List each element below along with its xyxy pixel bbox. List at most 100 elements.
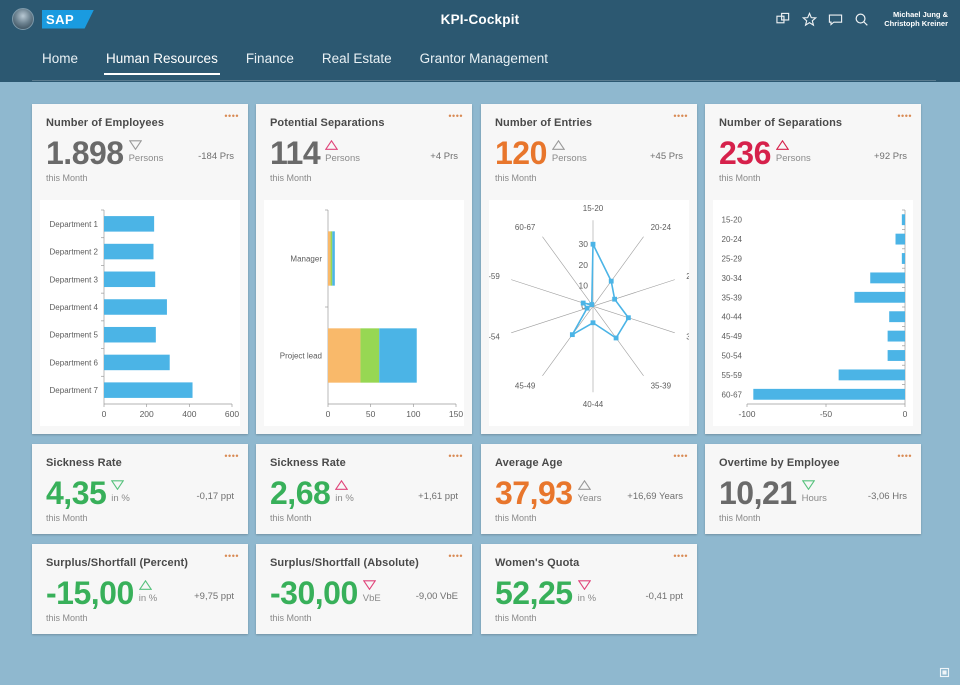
kpi-delta: +16,69 Years <box>627 491 683 502</box>
svg-text:40-44: 40-44 <box>583 400 604 409</box>
svg-text:55-59: 55-59 <box>722 371 743 380</box>
nav-item-human-resources[interactable]: Human Resources <box>94 47 230 75</box>
svg-text:0: 0 <box>326 409 331 419</box>
tile-menu-icon[interactable]: •••• <box>448 552 463 561</box>
kpi-value: -15,00 <box>46 575 134 611</box>
tile-average-age[interactable]: •••• Average Age 37,93 Years +16,69 Years thi… <box>481 444 697 534</box>
svg-text:-50: -50 <box>820 409 833 419</box>
star-icon[interactable] <box>802 11 818 27</box>
nav-item-grantor-management[interactable]: Grantor Management <box>408 47 560 72</box>
kpi-delta: +92 Prs <box>873 151 907 162</box>
trend-down-icon <box>111 480 125 490</box>
nav-item-finance[interactable]: Finance <box>234 47 306 72</box>
svg-text:600: 600 <box>225 409 239 419</box>
tile-menu-icon[interactable]: •••• <box>673 112 688 121</box>
tile-surplus-shortfall-percent[interactable]: •••• Surplus/Shortfall (Percent) -15,00 in … <box>32 544 248 634</box>
kpi-trend-unit: Persons <box>775 138 811 164</box>
tile-menu-icon[interactable]: •••• <box>224 112 239 121</box>
nav-item-real-estate[interactable]: Real Estate <box>310 47 404 72</box>
avatar[interactable] <box>12 8 34 30</box>
chart-potential-separations-by-role[interactable]: Manager Project lead 0 50 100 150 <box>264 200 464 426</box>
svg-text:50-54: 50-54 <box>489 333 500 342</box>
svg-text:50-54: 50-54 <box>722 352 743 361</box>
tile-title: Sickness Rate <box>270 457 346 469</box>
trend-up-icon <box>577 480 591 490</box>
trend-down-icon <box>801 480 815 490</box>
svg-text:20-24: 20-24 <box>651 223 672 232</box>
kpi-trend-unit: in % <box>111 478 130 504</box>
kpi-unit: VbE <box>362 593 381 604</box>
nav-items: Home Human Resources Finance Real Estate Gra… <box>0 38 960 80</box>
user-name[interactable]: Michael Jung & Christoph Kreiner <box>884 10 948 29</box>
kpi-row: 114 Persons +4 Prs <box>256 129 472 169</box>
tile-number-of-employees[interactable]: •••• Number of Employees 1.898 Persons -184 … <box>32 104 248 434</box>
tile-menu-icon[interactable]: •••• <box>224 452 239 461</box>
svg-text:Department 5: Department 5 <box>50 331 99 340</box>
kpi-trend-unit: in % <box>577 578 596 604</box>
kpi-row: -30,00 VbE -9,00 VbE <box>256 569 472 609</box>
header-right: Michael Jung & Christoph Kreiner <box>660 10 960 29</box>
nav-item-home[interactable]: Home <box>30 47 90 72</box>
kpi-unit: Persons <box>775 153 811 164</box>
copy-windows-icon[interactable] <box>776 12 791 27</box>
tile-number-of-entries[interactable]: •••• Number of Entries 120 Persons +45 Prs th… <box>481 104 697 434</box>
svg-text:30: 30 <box>579 239 589 249</box>
tile-menu-icon[interactable]: •••• <box>448 112 463 121</box>
svg-text:0: 0 <box>903 409 908 419</box>
tile-menu-icon[interactable]: •••• <box>224 552 239 561</box>
svg-text:Department 7: Department 7 <box>50 386 99 395</box>
svg-text:150: 150 <box>449 409 463 419</box>
kpi-value: 52,25 <box>495 575 573 611</box>
chart-employees-by-department[interactable]: Department 1 Department 2 Department 3 Depa… <box>40 200 240 426</box>
tile-title: Sickness Rate <box>46 457 122 469</box>
svg-text:45-49: 45-49 <box>515 382 536 391</box>
svg-text:0: 0 <box>102 409 107 419</box>
nav-divider <box>32 80 936 81</box>
tile-menu-icon[interactable]: •••• <box>673 552 688 561</box>
resize-grip-icon[interactable] <box>939 665 950 678</box>
chat-icon[interactable] <box>828 12 843 27</box>
tile-potential-separations[interactable]: •••• Potential Separations 114 Persons +4 Pr… <box>256 104 472 434</box>
tile-menu-icon[interactable]: •••• <box>897 112 912 121</box>
kpi-delta: +9,75 ppt <box>194 591 234 602</box>
trend-down-icon <box>128 140 142 150</box>
kpi-trend-unit: Persons <box>325 138 360 164</box>
chart-entries-by-age-group[interactable]: 15-20 20-24 25-29 30-34 35-39 40-44 45-49 50-54… <box>489 200 689 426</box>
tile-menu-icon[interactable]: •••• <box>673 452 688 461</box>
kpi-trend-unit: in % <box>138 578 158 604</box>
search-icon[interactable] <box>854 12 869 27</box>
tile-womens-quota[interactable]: •••• Women's Quota 52,25 in % -0,41 ppt this … <box>481 544 697 634</box>
kpi-row: 10,21 Hours -3,06 Hrs <box>705 469 921 509</box>
page-title: KPI-Cockpit <box>440 11 520 27</box>
tile-title: Overtime by Employee <box>719 457 840 469</box>
kpi-delta: -0,17 ppt <box>196 491 235 502</box>
trend-up-icon <box>551 140 565 150</box>
tile-sickness-rate-1[interactable]: •••• Sickness Rate 4,35 in % -0,17 ppt this M… <box>32 444 248 534</box>
kpi-trend-unit: Persons <box>551 138 587 164</box>
svg-text:40-44: 40-44 <box>722 313 743 322</box>
tile-number-of-separations[interactable]: •••• Number of Separations 236 Persons +92 P… <box>705 104 921 434</box>
svg-text:25-29: 25-29 <box>722 255 743 264</box>
tile-overtime-by-employee[interactable]: •••• Overtime by Employee 10,21 Hours -3,06 … <box>705 444 921 534</box>
tile-menu-icon[interactable]: •••• <box>448 452 463 461</box>
svg-text:Department 2: Department 2 <box>50 248 99 257</box>
svg-text:20-24: 20-24 <box>722 235 743 244</box>
tile-sickness-rate-2[interactable]: •••• Sickness Rate 2,68 in % +1,61 ppt this M… <box>256 444 472 534</box>
svg-text:15-20: 15-20 <box>583 204 604 213</box>
kpi-unit: Persons <box>325 153 360 164</box>
main-navigation: Home Human Resources Finance Real Estate Gra… <box>0 38 960 82</box>
kpi-trend-unit: in % <box>335 478 354 504</box>
chart-separations-by-age-group[interactable]: 15-20 20-24 25-29 30-34 35-39 40-44 45-49 50-54… <box>713 200 913 426</box>
kpi-delta: -9,00 VbE <box>415 591 458 602</box>
svg-text:60-67: 60-67 <box>515 223 536 232</box>
kpi-row: 1.898 Persons -184 Prs <box>32 129 248 169</box>
tile-title: Surplus/Shortfall (Absolute) <box>270 557 419 569</box>
kpi-unit: Persons <box>551 153 587 164</box>
kpi-unit: in % <box>138 593 158 604</box>
tile-surplus-shortfall-absolute[interactable]: •••• Surplus/Shortfall (Absolute) -30,00 Vb… <box>256 544 472 634</box>
tile-menu-icon[interactable]: •••• <box>897 452 912 461</box>
sap-logo[interactable]: SAP <box>42 9 94 29</box>
dashboard-content: •••• Number of Employees 1.898 Persons -184 … <box>0 82 960 685</box>
kpi-unit: Years <box>577 493 602 504</box>
kpi-trend-unit: Persons <box>128 138 163 164</box>
